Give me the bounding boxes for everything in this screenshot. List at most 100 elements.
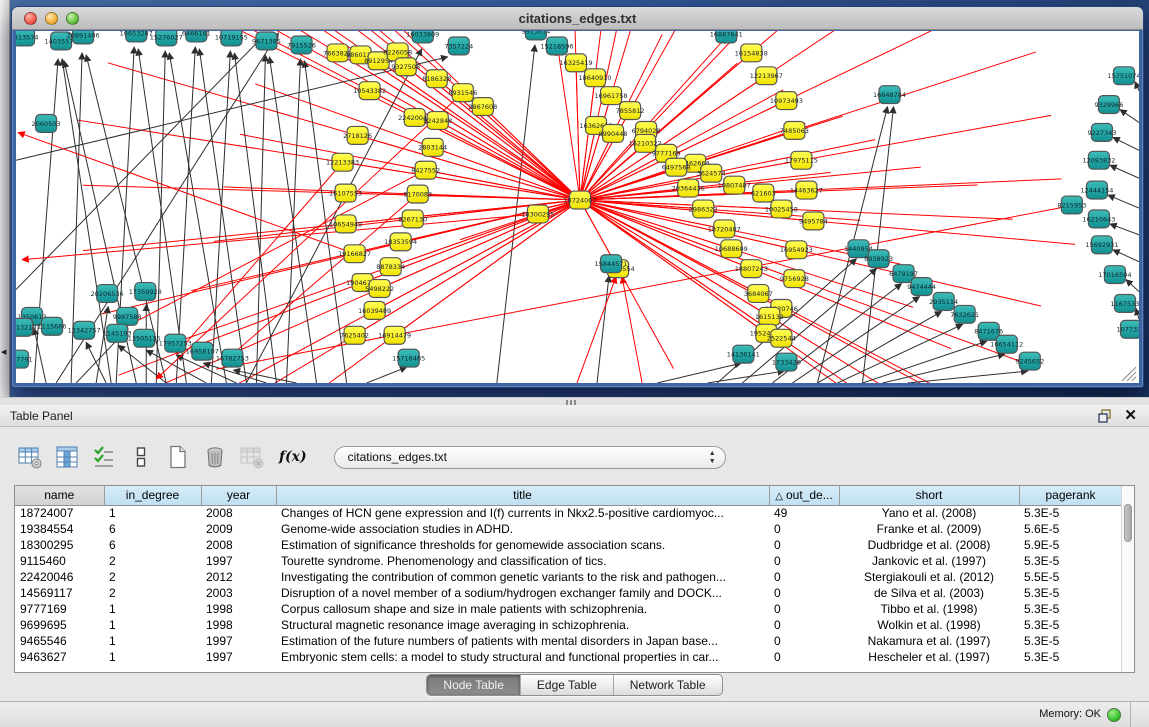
table-cell[interactable]: 2003 — [201, 585, 276, 601]
graph-edge-black[interactable] — [118, 345, 166, 383]
graph-edge-black[interactable] — [169, 53, 226, 383]
graph-edge-black[interactable] — [1110, 165, 1139, 178]
table-cell[interactable]: 1998 — [201, 617, 276, 633]
table-cell[interactable]: 2008 — [201, 537, 276, 553]
graph-edge-black[interactable] — [817, 311, 941, 383]
table-cell[interactable]: 9115460 — [15, 553, 104, 569]
graph-edge-black[interactable] — [1113, 250, 1139, 262]
column-header-title[interactable]: title — [276, 486, 769, 505]
tab-network-table[interactable]: Network Table — [614, 675, 722, 695]
table-cell[interactable]: Stergiakouli et al. (2012) — [839, 569, 1019, 585]
graph-edge-black[interactable] — [707, 371, 784, 383]
graph-edge-red[interactable] — [622, 277, 642, 383]
show-columns-button[interactable] — [53, 443, 81, 471]
panel-splitter[interactable] — [0, 397, 1149, 405]
table-cell[interactable]: 1 — [104, 633, 201, 649]
table-mode-button[interactable] — [16, 443, 44, 471]
table-cell[interactable]: 2009 — [201, 521, 276, 537]
float-panel-icon[interactable] — [1097, 408, 1113, 424]
table-row[interactable]: 946362711997Embryonic stem cells: a mode… — [15, 649, 1122, 665]
column-header-year[interactable]: year — [201, 486, 276, 505]
table-cell[interactable]: 1998 — [201, 601, 276, 617]
table-cell[interactable]: Tourette syndrome. Phenomenology and cla… — [276, 553, 769, 569]
table-cell[interactable]: Estimation of significance thresholds fo… — [276, 537, 769, 553]
table-cell[interactable]: 1 — [104, 617, 201, 633]
column-header-short[interactable]: short — [839, 486, 1019, 505]
tab-edge-table[interactable]: Edge Table — [521, 675, 614, 695]
table-cell[interactable]: 5.3E-5 — [1019, 649, 1122, 665]
table-cell[interactable]: 1997 — [201, 649, 276, 665]
graph-edge-red[interactable] — [577, 277, 616, 383]
table-row[interactable]: 977716911998Corpus callosum shape and si… — [15, 601, 1122, 617]
network-window[interactable]: citations_edges.txt — [11, 6, 1144, 388]
table-cell[interactable]: 49 — [769, 505, 839, 521]
table-row[interactable]: 969969511998Structural magnetic resonanc… — [15, 617, 1122, 633]
table-cell[interactable]: 14569117 — [15, 585, 104, 601]
table-cell[interactable]: 9463627 — [15, 649, 104, 665]
graph-edge-black[interactable] — [1113, 137, 1139, 150]
delete-column-button[interactable] — [201, 443, 229, 471]
table-cell[interactable]: 2 — [104, 585, 201, 601]
table-scrollbar[interactable] — [1121, 486, 1134, 672]
table-cell[interactable]: Estimation of the future numbers of pati… — [276, 633, 769, 649]
table-cell[interactable]: 0 — [769, 537, 839, 553]
table-cell[interactable]: Wolkin et al. (1998) — [839, 617, 1019, 633]
graph-edge-black[interactable] — [367, 367, 407, 383]
table-cell[interactable]: 1 — [104, 601, 201, 617]
table-scrollbar-thumb[interactable] — [1124, 504, 1132, 542]
table-cell[interactable]: Genome-wide association studies in ADHD. — [276, 521, 769, 537]
column-header-pagerank[interactable]: pagerank — [1019, 486, 1122, 505]
graph-edge-black[interactable] — [199, 49, 246, 383]
column-header-in-degree[interactable]: in_degree — [104, 486, 201, 505]
table-cell[interactable]: 5.3E-5 — [1019, 617, 1122, 633]
table-cell[interactable]: 9465546 — [15, 633, 104, 649]
table-cell[interactable]: Jankovic et al. (1997) — [839, 553, 1019, 569]
graph-edge-black[interactable] — [176, 47, 195, 383]
table-cell[interactable]: 1997 — [201, 553, 276, 569]
graph-edge-red[interactable] — [361, 55, 580, 200]
table-cell[interactable]: 0 — [769, 617, 839, 633]
control-panel-splitter[interactable]: ◀ — [0, 0, 10, 397]
table-cell[interactable]: 1997 — [201, 633, 276, 649]
table-cell[interactable]: 5.5E-5 — [1019, 569, 1122, 585]
table-cell[interactable]: 5.3E-5 — [1019, 585, 1122, 601]
table-cell[interactable]: 9777169 — [15, 601, 104, 617]
graph-edge-black[interactable] — [597, 276, 609, 383]
close-panel-icon[interactable]: ✕ — [1124, 406, 1137, 426]
table-cell[interactable]: Franke et al. (2009) — [839, 521, 1019, 537]
collapse-left-icon[interactable]: ◀ — [1, 348, 6, 356]
memory-ok-indicator[interactable] — [1107, 708, 1121, 722]
canvas-resize-grip-icon[interactable] — [1122, 367, 1136, 381]
graph-edge-black[interactable] — [837, 324, 962, 383]
delete-table-button[interactable] — [238, 443, 266, 471]
table-cell[interactable]: 5.3E-5 — [1019, 505, 1122, 521]
graph-edge-black[interactable] — [86, 342, 106, 383]
table-cell[interactable]: 0 — [769, 601, 839, 617]
table-row[interactable]: 1830029562008Estimation of significance … — [15, 537, 1122, 553]
table-cell[interactable]: Embryonic stem cells: a model to study s… — [276, 649, 769, 665]
column-header-out-degree[interactable]: △out_de... — [769, 486, 839, 505]
table-row[interactable]: 1938455462009Genome-wide association stu… — [15, 521, 1122, 537]
graph-edge-red[interactable] — [438, 120, 580, 200]
table-cell[interactable]: 2008 — [201, 505, 276, 521]
table-cell[interactable]: Yano et al. (2008) — [839, 505, 1019, 521]
minimize-window-button[interactable] — [45, 12, 58, 25]
graph-edge-black[interactable] — [1108, 195, 1139, 208]
table-cell[interactable]: Disruption of a novel member of a sodium… — [276, 585, 769, 601]
network-canvas-wrap[interactable]: 1872400776638228860128891295482260589327… — [16, 31, 1139, 383]
graph-edge-red[interactable] — [176, 162, 342, 354]
table-cell[interactable]: 22420046 — [15, 569, 104, 585]
column-header-name[interactable]: name — [15, 486, 104, 505]
table-cell[interactable]: 9699695 — [15, 617, 104, 633]
table-cell[interactable]: 1 — [104, 649, 201, 665]
table-cell[interactable]: 0 — [769, 569, 839, 585]
table-row[interactable]: 1872400712008Changes of HCN gene express… — [15, 505, 1122, 521]
table-cell[interactable]: Hescheler et al. (1997) — [839, 649, 1019, 665]
table-cell[interactable]: Nakamura et al. (1997) — [839, 633, 1019, 649]
network-window-titlebar[interactable]: citations_edges.txt — [12, 7, 1143, 30]
graph-edge-black[interactable] — [156, 51, 165, 383]
table-cell[interactable]: 1 — [104, 505, 201, 521]
table-selector-dropdown[interactable]: citations_edges.txt ▲▼ — [334, 446, 726, 469]
function-builder-button[interactable]: f(x) — [279, 449, 307, 465]
table-cell[interactable]: 18724007 — [15, 505, 104, 521]
